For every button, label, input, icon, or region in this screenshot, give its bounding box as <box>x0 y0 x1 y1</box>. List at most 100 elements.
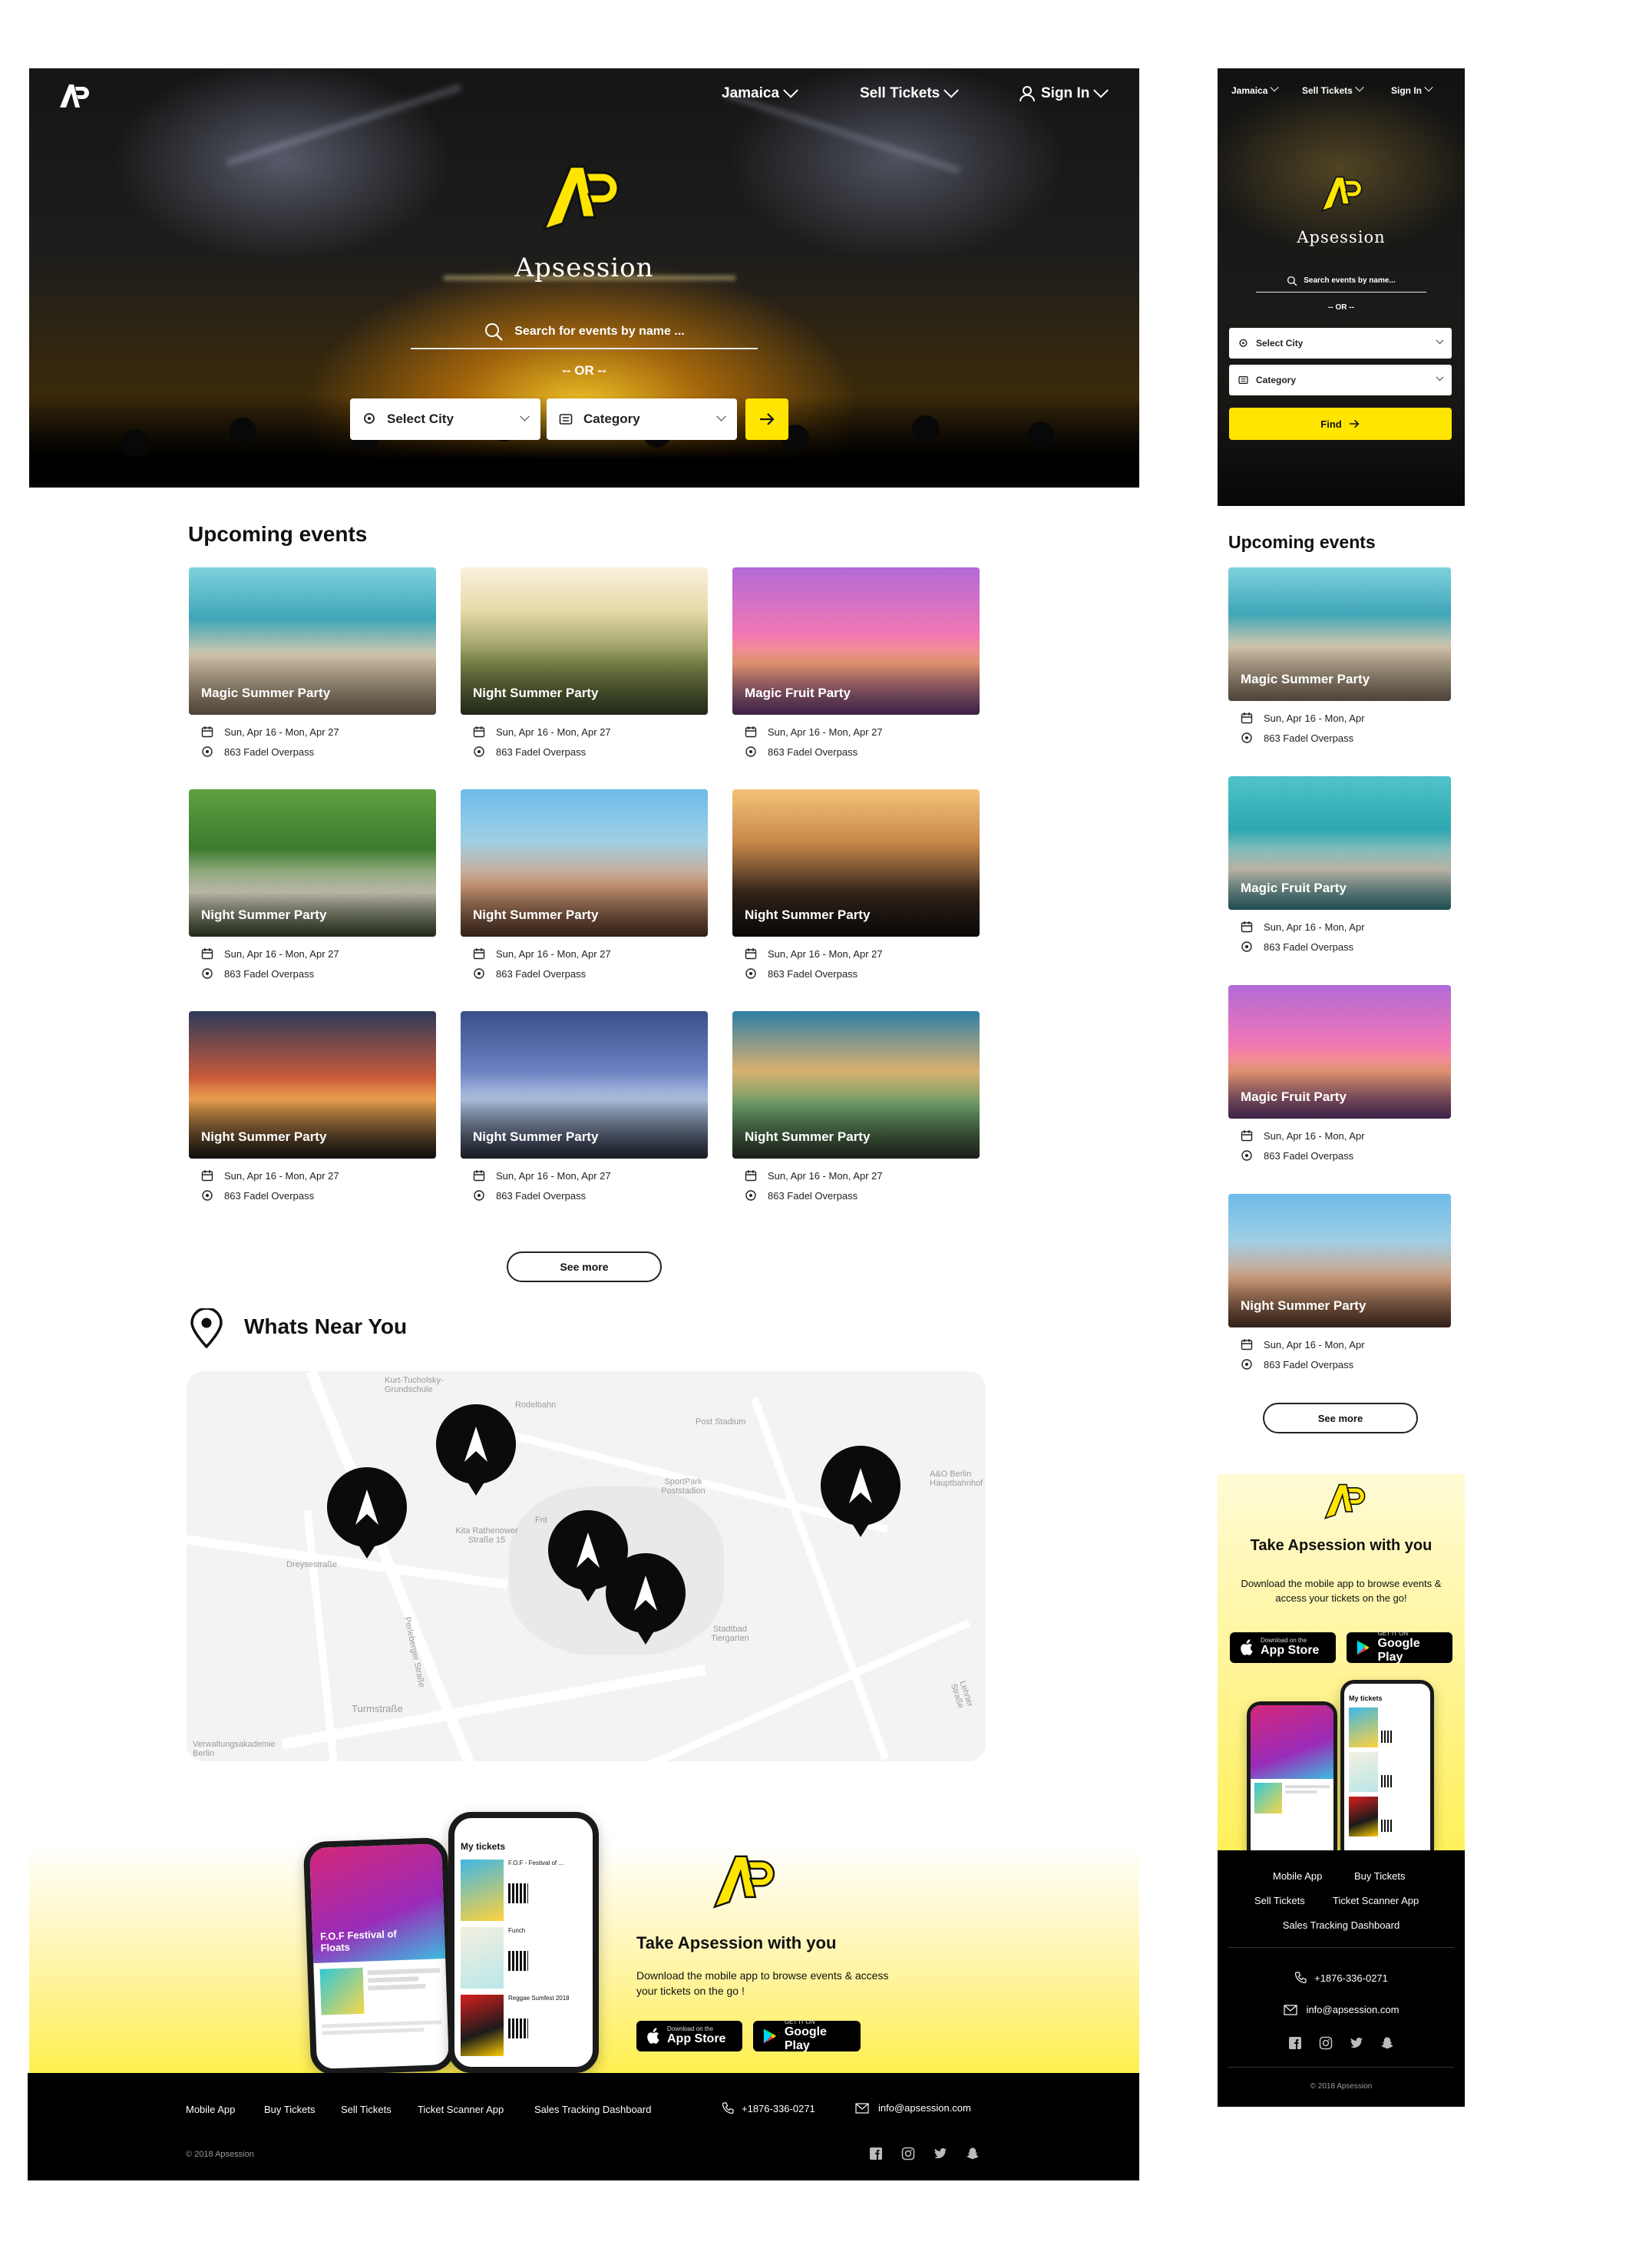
event-image[interactable]: Night Summer Party <box>732 789 980 937</box>
m-footer-link-sales-dashboard[interactable]: Sales Tracking Dashboard <box>1218 1919 1465 1931</box>
m-footer-email[interactable]: info@apsession.com <box>1218 2004 1465 2015</box>
m-app-store-button[interactable]: Download on the App Store <box>1230 1632 1336 1663</box>
m-app-promo: Take Apsession with you Download the mob… <box>1218 1474 1465 1850</box>
event-map-pin[interactable] <box>603 1549 688 1648</box>
twitter-icon[interactable] <box>1350 2036 1363 2050</box>
m-nav-country[interactable]: Jamaica <box>1231 83 1280 96</box>
event-location: 863 Fadel Overpass <box>189 967 436 980</box>
event-date: Sun, Apr 16 - Mon, Apr 27 <box>461 726 708 738</box>
location-icon <box>474 968 484 979</box>
m-phone-mockup-festival <box>1247 1701 1337 1850</box>
event-image[interactable]: Night Summer Party <box>1228 1194 1451 1327</box>
m-footer-phone[interactable]: +1876-336-0271 <box>1218 1972 1465 1984</box>
event-location: 863 Fadel Overpass <box>732 967 980 980</box>
event-image[interactable]: Magic Summer Party <box>1228 567 1451 701</box>
event-card[interactable]: Night Summer Party Sun, Apr 16 - Mon, Apr… <box>461 567 708 758</box>
event-map-pin[interactable] <box>434 1400 518 1499</box>
google-play-button[interactable]: GET IT ON Google Play <box>753 2019 861 2052</box>
event-card[interactable]: Night Summer Party Sun, Apr 16 - Mon, Apr… <box>732 1011 980 1202</box>
event-card[interactable]: Night Summer Party Sun, Apr 16 - Mon, Apr… <box>461 789 708 980</box>
m-google-play-button[interactable]: GET IT ON Google Play <box>1347 1631 1452 1664</box>
m-find-button[interactable]: Find <box>1229 408 1452 440</box>
event-image[interactable]: Magic Fruit Party <box>732 567 980 715</box>
m-footer-link-buy-tickets[interactable]: Buy Tickets <box>1354 1870 1405 1882</box>
event-image[interactable]: Night Summer Party <box>189 1011 436 1159</box>
event-card[interactable]: Night Summer Party Sun, Apr 16 - Mon, Apr… <box>189 789 436 980</box>
m-brand-logo <box>1320 174 1366 213</box>
event-card[interactable]: Night Summer Party Sun, Apr 16 - Mon, Apr… <box>732 789 980 980</box>
event-image[interactable]: Night Summer Party <box>461 1011 708 1159</box>
m-brand-name: Apsession <box>1297 228 1386 246</box>
event-card[interactable]: Night Summer Party Sun, Apr 16 - Mon, Apr… <box>461 1011 708 1202</box>
footer-link-mobile-app[interactable]: Mobile App <box>186 2104 235 2115</box>
event-map-pin[interactable] <box>818 1442 903 1540</box>
footer-link-sales-dashboard[interactable]: Sales Tracking Dashboard <box>534 2104 651 2115</box>
m-select-city-dropdown[interactable]: Select City <box>1229 328 1452 359</box>
event-date: Sun, Apr 16 - Mon, Apr 27 <box>461 1169 708 1182</box>
twitter-icon[interactable] <box>934 2147 947 2161</box>
instagram-icon[interactable] <box>1319 2036 1333 2050</box>
stage-light <box>226 84 462 167</box>
location-icon <box>745 968 756 979</box>
event-card[interactable]: Magic Fruit Party Sun, Apr 16 - Mon, Apr 8… <box>1228 985 1451 1162</box>
m-nav-sell-tickets[interactable]: Sell Tickets <box>1302 83 1364 96</box>
instagram-icon[interactable] <box>901 2147 915 2161</box>
facebook-icon[interactable] <box>1288 2036 1302 2050</box>
footer-phone[interactable]: +1876-336-0271 <box>722 2102 815 2114</box>
snapchat-icon[interactable] <box>966 2147 980 2161</box>
m-category-dropdown[interactable]: Category <box>1229 365 1452 395</box>
category-dropdown[interactable]: Category <box>547 398 737 440</box>
event-date: Sun, Apr 16 - Mon, Apr <box>1228 921 1451 933</box>
map-label: Lehrter Straße <box>948 1679 975 1710</box>
event-card[interactable]: Magic Fruit Party Sun, Apr 16 - Mon, Apr … <box>732 567 980 758</box>
phone-mockup-tickets: My tickets F.O.F - Festival of ... Funch… <box>448 1812 599 2073</box>
m-footer-link-sell-tickets[interactable]: Sell Tickets <box>1254 1895 1305 1906</box>
upcoming-events-heading: Upcoming events <box>188 522 368 546</box>
event-title: Magic Fruit Party <box>1241 881 1347 895</box>
calendar-icon <box>201 726 213 738</box>
m-footer-link-scanner-app[interactable]: Ticket Scanner App <box>1333 1895 1419 1906</box>
event-card[interactable]: Magic Summer Party Sun, Apr 16 - Mon, Apr… <box>1228 567 1451 744</box>
snapchat-icon[interactable] <box>1380 2036 1394 2050</box>
map-label: Verwaltungsakademie Berlin <box>193 1740 276 1758</box>
nav-sell-tickets[interactable]: Sell Tickets <box>860 82 960 102</box>
event-card[interactable]: Night Summer Party Sun, Apr 16 - Mon, Apr… <box>189 1011 436 1202</box>
footer-link-scanner-app[interactable]: Ticket Scanner App <box>418 2104 504 2115</box>
m-footer-link-mobile-app[interactable]: Mobile App <box>1273 1870 1322 1882</box>
event-title: Night Summer Party <box>745 1129 871 1144</box>
find-button[interactable] <box>745 398 788 440</box>
select-city-dropdown[interactable]: Select City <box>350 398 540 440</box>
app-store-button[interactable]: Download on the App Store <box>636 2021 742 2051</box>
event-map-pin[interactable] <box>325 1463 409 1562</box>
location-icon <box>1241 732 1252 743</box>
desktop-hero: Jamaica Sell Tickets Sign In Apsession S… <box>29 68 1139 488</box>
search-input[interactable]: Search for events by name ... <box>411 316 758 349</box>
event-card[interactable]: Magic Fruit Party Sun, Apr 16 - Mon, Apr 8… <box>1228 776 1451 953</box>
facebook-icon[interactable] <box>869 2147 883 2161</box>
event-image[interactable]: Magic Fruit Party <box>1228 985 1451 1119</box>
chevron-down-icon <box>1436 336 1444 344</box>
event-card[interactable]: Night Summer Party Sun, Apr 16 - Mon, Apr… <box>1228 1194 1451 1370</box>
event-image[interactable]: Magic Summer Party <box>189 567 436 715</box>
event-image[interactable]: Night Summer Party <box>461 567 708 715</box>
event-image[interactable]: Night Summer Party <box>461 789 708 937</box>
m-see-more-button[interactable]: See more <box>1263 1403 1418 1433</box>
promo-title: Take Apsession with you <box>636 1933 837 1952</box>
footer-link-sell-tickets[interactable]: Sell Tickets <box>341 2104 392 2115</box>
calendar-icon <box>473 948 485 960</box>
chevron-down-icon <box>1436 372 1444 381</box>
event-card[interactable]: Magic Summer Party Sun, Apr 16 - Mon, Apr… <box>189 567 436 758</box>
event-image[interactable]: Night Summer Party <box>732 1011 980 1159</box>
m-search-input[interactable]: Search events by name... <box>1256 269 1426 293</box>
footer-link-buy-tickets[interactable]: Buy Tickets <box>264 2104 315 2115</box>
events-map[interactable]: Kurt-Tucholsky-Grundschule Rodelbahn Pos… <box>187 1371 986 1761</box>
see-more-button[interactable]: See more <box>507 1251 662 1282</box>
corner-logo[interactable] <box>57 82 91 110</box>
event-image[interactable]: Night Summer Party <box>189 789 436 937</box>
m-nav-sign-in[interactable]: Sign In <box>1391 83 1433 96</box>
event-image[interactable]: Magic Fruit Party <box>1228 776 1451 910</box>
nav-country[interactable]: Jamaica <box>722 82 798 102</box>
nav-sign-in[interactable]: Sign In <box>1019 82 1109 102</box>
footer-email[interactable]: info@apsession.com <box>855 2102 971 2114</box>
event-location: 863 Fadel Overpass <box>1228 732 1451 744</box>
